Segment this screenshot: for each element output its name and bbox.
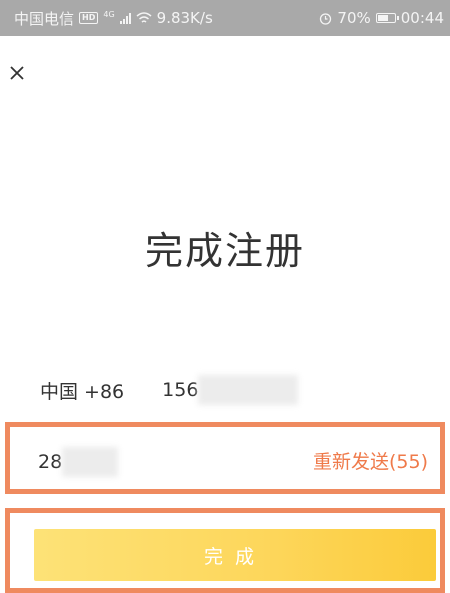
clock: 00:44 [400,9,444,27]
network-type: 4G [103,9,115,19]
verification-code-row: 28 重新发送(55) [5,422,445,494]
close-button[interactable] [2,58,32,88]
battery-icon [375,13,399,23]
phone-number: 156 [162,379,199,401]
complete-button[interactable]: 完成 [34,529,436,581]
verification-code-mask [62,447,119,477]
submit-highlight: 完成 [5,508,445,593]
phone-row: 中国 +86 156 [40,370,299,410]
page-title: 完成注册 [144,229,305,273]
hd-badge: HD [79,12,99,24]
carrier-label: 中国电信 [14,9,75,28]
country-code[interactable]: 中国 +86 [40,377,124,404]
phone-number-mask [198,375,299,405]
status-right: 70% 00:44 [319,9,444,27]
verification-code-input[interactable]: 28 [38,447,119,477]
battery-fill [377,15,389,21]
status-left: 中国电信 HD 4G 9.83K/s [14,8,213,29]
verification-code-value: 28 [38,451,63,473]
network-speed: 9.83K/s [156,9,213,27]
battery-percent: 70% [337,9,371,27]
resend-button[interactable]: 重新发送(55) [313,447,428,474]
close-icon [10,66,24,80]
wifi-icon [136,11,152,23]
signal-icon [119,12,131,24]
status-bar: 中国电信 HD 4G 9.83K/s 70% 00:44 [0,0,450,36]
alarm-icon [320,12,332,25]
